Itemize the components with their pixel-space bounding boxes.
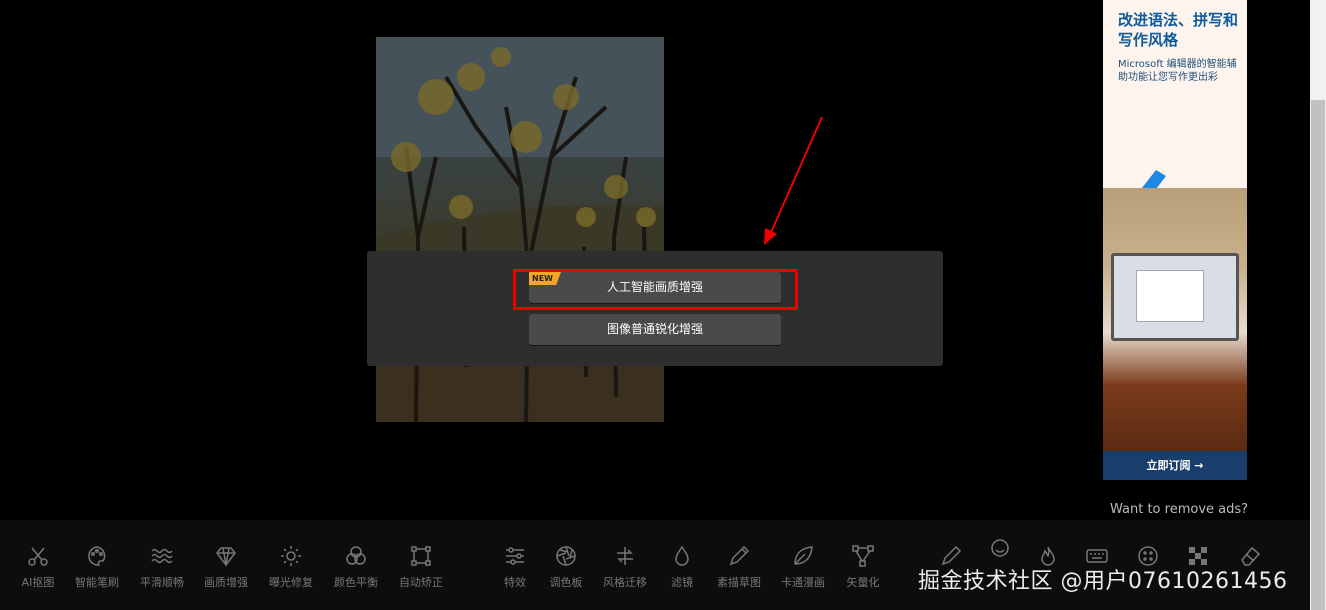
tool-auto-correct[interactable]: 自动矫正 [389,545,453,590]
aperture-icon [556,546,576,566]
tool-label: 风格迁移 [603,576,647,589]
tool-ai-cutout[interactable]: AI抠图 [6,545,70,590]
palette-icon [88,546,106,566]
tool-label: 智能笔刷 [75,576,119,589]
tool-cartoon[interactable]: 卡通漫画 [771,545,835,590]
tool-label: 平滑顺畅 [140,576,184,589]
droplet-icon [675,545,689,566]
pencil-sketch-icon [729,545,750,566]
remove-ads-link[interactable]: Want to remove ads? [1110,502,1248,517]
tool-label: 画质增强 [204,576,248,589]
tool-vectorize[interactable]: 矢量化 [831,545,895,590]
tool-color-balance[interactable]: 颜色平衡 [324,545,388,590]
ad-title: 改进语法、拼写和写作风格 [1118,11,1239,49]
highlight-box [513,269,798,310]
leaf-icon [794,546,813,565]
annotation-arrow-icon [764,116,823,245]
watermark-text: 掘金技术社区 @用户07610261456 [918,569,1288,594]
ad-image [1103,188,1247,451]
tool-style-transfer[interactable]: 风格迁移 [593,545,657,590]
laptop-image [1111,253,1239,341]
scrollbar-thumb[interactable] [1311,100,1325,610]
sharpen-enhance-button[interactable]: 图像普通锐化增强 [529,314,781,345]
tool-label: AI抠图 [21,576,55,589]
tool-label: 滤镜 [671,576,693,589]
scissors-icon [28,547,48,566]
tool-smart-brush[interactable]: 智能笔刷 [65,545,129,590]
diamond-icon [216,547,236,567]
ad-subscribe-button[interactable]: 立即订阅 → [1103,451,1247,480]
tool-label: 素描草图 [717,576,761,589]
sliders-icon [506,547,524,565]
waves-icon [151,548,173,564]
tool-label: 自动矫正 [399,576,443,589]
tool-label: 调色板 [549,576,583,589]
tool-smooth[interactable]: 平滑顺畅 [130,545,194,590]
ad-subtitle: Microsoft 编辑器的智能辅助功能让您写作更出彩 [1118,59,1237,83]
color-circles-icon [346,546,366,565]
ad-banner[interactable]: 改进语法、拼写和写作风格 Microsoft 编辑器的智能辅助功能让您写作更出彩… [1103,0,1247,480]
tool-quality-enhance[interactable]: 画质增强 [194,545,258,590]
sun-icon [281,546,301,566]
sharpen-enhance-label: 图像普通锐化增强 [606,322,703,336]
tool-label: 卡通漫画 [781,576,825,589]
tool-label: 矢量化 [846,576,880,589]
tool-label: 曝光修复 [269,576,313,589]
tool-filter[interactable]: 滤镜 [650,545,714,590]
vector-nodes-icon [852,545,874,567]
style-transfer-icon [617,547,633,565]
crop-frame-icon [411,546,431,566]
tool-palette[interactable]: 调色板 [534,545,598,590]
tool-label: 颜色平衡 [334,576,378,589]
smile-icon [991,539,1009,557]
tool-exposure-fix[interactable]: 曝光修复 [259,545,323,590]
tool-sketch[interactable]: 素描草图 [707,545,771,590]
